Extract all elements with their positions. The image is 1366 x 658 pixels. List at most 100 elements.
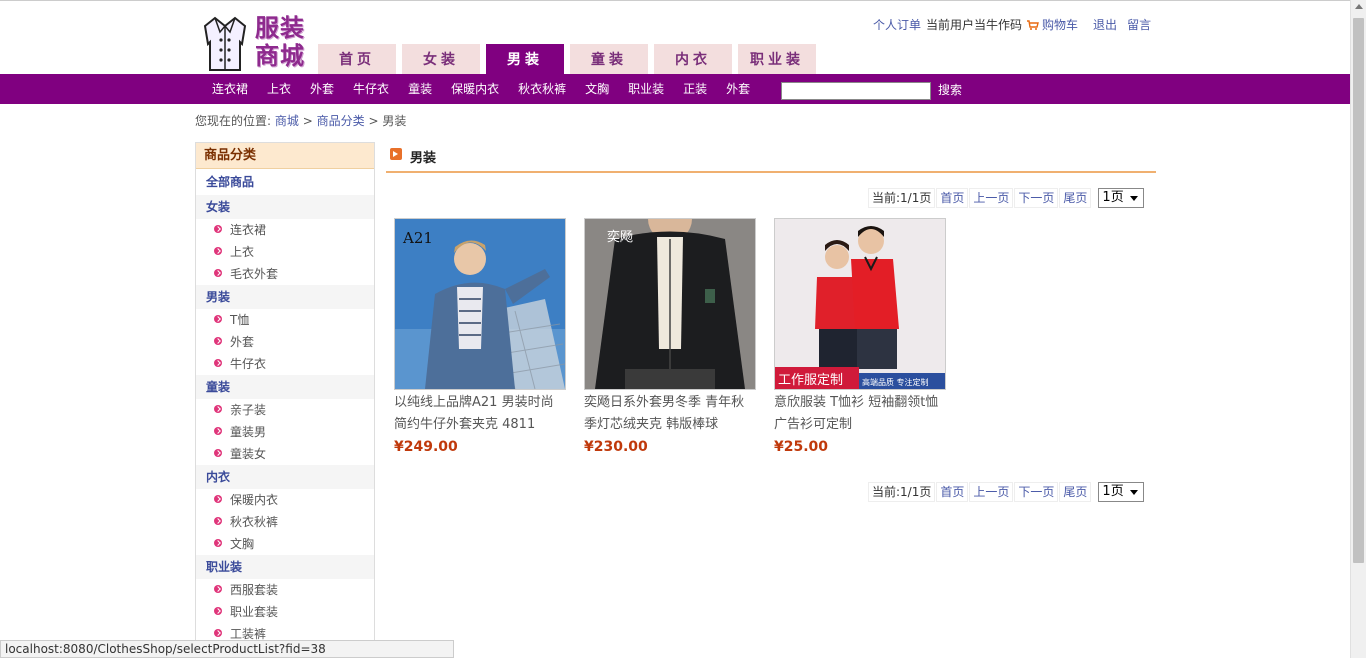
nav-item[interactable]: 外套 <box>310 74 334 104</box>
bullet-arrow-icon <box>214 449 222 457</box>
product-price: ¥25.00 <box>774 439 829 455</box>
sidebar-group-mens[interactable]: 男装 <box>196 285 374 309</box>
nav-item[interactable]: 童装 <box>408 74 432 104</box>
logout-link[interactable]: 退出 <box>1093 16 1117 33</box>
tab-underwear[interactable]: 内衣 <box>654 44 732 74</box>
sidebar-subitem-label: 牛仔衣 <box>230 357 267 371</box>
bullet-arrow-icon <box>214 607 222 615</box>
sidebar-subitem[interactable]: 上衣 <box>196 241 374 263</box>
bullet-arrow-icon <box>214 225 222 233</box>
breadcrumb-separator: > <box>302 114 313 128</box>
scroll-thumb[interactable] <box>1353 18 1364 563</box>
bullet-arrow-icon <box>214 405 222 413</box>
product-image-banner-text: 工作服定制 <box>778 373 843 388</box>
cart-link[interactable]: 购物车 <box>1027 16 1083 33</box>
search-input[interactable] <box>781 82 931 100</box>
breadcrumb-separator: > <box>368 114 379 128</box>
page-select[interactable]: 1页 <box>1098 482 1145 502</box>
orders-link[interactable]: 个人订单 <box>873 16 921 33</box>
nav-item[interactable]: 上衣 <box>267 74 291 104</box>
pager-prev[interactable]: 上一页 <box>969 188 1014 208</box>
sidebar-subitem[interactable]: 亲子装 <box>196 399 374 421</box>
product-card[interactable]: 工作服定制 高端品质 专注定制 意欣服装 T恤衫 短袖翻领t恤广告衫可定制 ¥2… <box>774 218 946 458</box>
breadcrumb-category[interactable]: 商品分类 <box>317 114 365 128</box>
tab-home[interactable]: 首页 <box>318 44 396 74</box>
sidebar-title: 商品分类 <box>196 143 374 169</box>
sidebar-subitem[interactable]: 秋衣秋裤 <box>196 511 374 533</box>
bullet-arrow-icon <box>214 585 222 593</box>
cart-label: 购物车 <box>1042 18 1079 32</box>
tab-womens[interactable]: 女装 <box>402 44 480 74</box>
message-link[interactable]: 留言 <box>1127 16 1151 33</box>
bullet-arrow-icon <box>214 495 222 503</box>
product-name[interactable]: 以纯线上品牌A21 男装时尚简约牛仔外套夹克 4811 <box>394 392 566 436</box>
pager-prev[interactable]: 上一页 <box>969 482 1014 502</box>
tab-kids[interactable]: 童装 <box>570 44 648 74</box>
pager-first[interactable]: 首页 <box>936 188 969 208</box>
user-links: 个人订单 当前用户当牛作码 购物车 退出 留言 <box>873 16 1156 33</box>
sidebar-subitem[interactable]: 牛仔衣 <box>196 353 374 375</box>
sidebar-subitem-label: T恤 <box>230 313 250 327</box>
section-title: 男装 <box>410 151 437 166</box>
sidebar-group-underwear[interactable]: 内衣 <box>196 465 374 489</box>
product-image[interactable]: 工作服定制 高端品质 专注定制 <box>774 218 946 390</box>
pagination-bottom: 当前:1/1页 首页 上一页 下一页 尾页 1页 <box>868 481 1145 503</box>
nav-item[interactable]: 外套 <box>726 74 750 104</box>
nav-item[interactable]: 正装 <box>683 74 707 104</box>
pager-first[interactable]: 首页 <box>936 482 969 502</box>
nav-item[interactable]: 牛仔衣 <box>353 74 389 104</box>
pager-last[interactable]: 尾页 <box>1059 482 1092 502</box>
product-price: ¥230.00 <box>584 439 648 455</box>
sidebar-subitem[interactable]: 保暖内衣 <box>196 489 374 511</box>
product-card[interactable]: A21 以纯线上品牌A21 男装时尚简约牛仔外套夹克 4811 ¥249.00 <box>394 218 566 458</box>
search-button[interactable]: 搜索 <box>938 74 962 106</box>
nav-item[interactable]: 秋衣秋裤 <box>518 74 566 104</box>
site-logo[interactable]: 服装 商城 <box>200 14 310 74</box>
pager-next[interactable]: 下一页 <box>1014 482 1059 502</box>
category-sidebar: 商品分类 全部商品 女装 连衣裙 上衣 毛衣外套 男装 T恤 外套 牛仔衣 童装… <box>195 142 375 658</box>
sidebar-group-kids[interactable]: 童装 <box>196 375 374 399</box>
nav-item[interactable]: 文胸 <box>585 74 609 104</box>
sidebar-subitem[interactable]: 职业套装 <box>196 601 374 623</box>
sidebar-subitem[interactable]: 外套 <box>196 331 374 353</box>
sidebar-subitem-label: 童装男 <box>230 425 267 439</box>
scroll-up-arrow-icon[interactable] <box>1355 4 1363 9</box>
product-name[interactable]: 意欣服装 T恤衫 短袖翻领t恤广告衫可定制 <box>774 392 946 436</box>
coat-logo-icon <box>203 16 247 71</box>
bullet-arrow-icon <box>214 269 222 277</box>
sidebar-subitem[interactable]: 连衣裙 <box>196 219 374 241</box>
shopping-cart-icon <box>1027 20 1039 30</box>
tab-workwear[interactable]: 职业装 <box>738 44 816 74</box>
sidebar-subitem[interactable]: 西服套装 <box>196 579 374 601</box>
sidebar-group-womens[interactable]: 女装 <box>196 195 374 219</box>
product-name[interactable]: 奕飏日系外套男冬季 青年秋季灯芯绒夹克 韩版棒球 <box>584 392 756 436</box>
breadcrumb-prefix: 您现在的位置: <box>195 114 272 128</box>
pager-last[interactable]: 尾页 <box>1059 188 1092 208</box>
sidebar-subitem-label: 上衣 <box>230 245 255 259</box>
page-select[interactable]: 1页 <box>1098 188 1145 208</box>
tab-mens[interactable]: 男装 <box>486 44 564 74</box>
sidebar-subitem[interactable]: 童装女 <box>196 443 374 465</box>
breadcrumb-home[interactable]: 商城 <box>275 114 299 128</box>
sidebar-subitem[interactable]: 文胸 <box>196 533 374 555</box>
logo-text-line1: 服装 <box>255 13 305 42</box>
product-image-brand-text: 奕飏 <box>607 229 633 245</box>
logo-text: 服装 商城 <box>255 14 305 70</box>
nav-item[interactable]: 职业装 <box>628 74 664 104</box>
sidebar-subitem[interactable]: T恤 <box>196 309 374 331</box>
sidebar-subitem-label: 秋衣秋裤 <box>230 515 279 529</box>
nav-item[interactable]: 连衣裙 <box>212 74 248 104</box>
sidebar-item-all[interactable]: 全部商品 <box>196 169 374 195</box>
browser-status-bar: localhost:8080/ClothesShop/selectProduct… <box>0 640 454 658</box>
nav-item[interactable]: 保暖内衣 <box>451 74 499 104</box>
sidebar-subitem[interactable]: 毛衣外套 <box>196 263 374 285</box>
pager-next[interactable]: 下一页 <box>1014 188 1059 208</box>
vertical-scrollbar[interactable] <box>1350 0 1366 658</box>
product-card[interactable]: 奕飏 奕飏日系外套男冬季 青年秋季灯芯绒夹克 韩版棒球 ¥230.00 <box>584 218 756 458</box>
sidebar-subitem[interactable]: 童装男 <box>196 421 374 443</box>
product-image[interactable]: 奕飏 <box>584 218 756 390</box>
pagination-top: 当前:1/1页 首页 上一页 下一页 尾页 1页 <box>868 187 1145 209</box>
product-image[interactable]: A21 <box>394 218 566 390</box>
sidebar-subitem-label: 亲子装 <box>230 403 267 417</box>
sidebar-group-workwear[interactable]: 职业装 <box>196 555 374 579</box>
